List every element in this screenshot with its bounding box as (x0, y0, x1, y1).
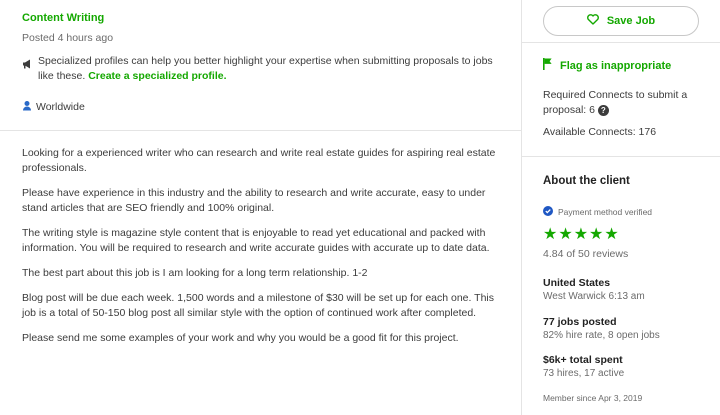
required-connects-text: Required Connects to submit a proposal: … (543, 89, 688, 116)
help-icon[interactable]: ? (597, 104, 609, 116)
description-paragraph: The best part about this job is I am loo… (22, 267, 368, 279)
available-connects: Available Connects: 176 (543, 126, 657, 138)
megaphone-icon (22, 54, 38, 84)
location-pin-icon (22, 100, 32, 114)
heart-icon (586, 14, 599, 28)
description-paragraph: Please have experience in this industry … (22, 187, 486, 214)
create-specialized-profile-link[interactable]: Create a specialized profile. (88, 70, 226, 82)
specialized-profile-notice: Specialized profiles can help you better… (22, 54, 502, 84)
flag-icon (543, 58, 552, 73)
client-member-since: Member since Apr 3, 2019 (543, 393, 643, 403)
description-paragraph: Blog post will be due each week. 1,500 w… (22, 292, 495, 319)
client-jobs-posted: 77 jobs posted (543, 316, 617, 328)
rating-stars: ★ ★ ★ ★ ★ (543, 227, 619, 243)
posted-time: Posted 4 hours ago (22, 32, 114, 44)
required-connects: Required Connects to submit a proposal: … (543, 88, 713, 118)
description-paragraph: Please send me some examples of your wor… (22, 332, 459, 344)
client-jobs: 77 jobs posted 82% hire rate, 8 open job… (543, 315, 660, 343)
client-location: United States West Warwick 6:13 am (543, 276, 645, 304)
save-job-button[interactable]: Save Job (543, 6, 699, 36)
job-location: Worldwide (22, 100, 85, 114)
flag-inappropriate-link[interactable]: Flag as inappropriate (543, 58, 671, 73)
promo-text: Specialized profiles can help you better… (38, 54, 502, 84)
verified-badge-icon (543, 206, 553, 218)
star-icon: ★ (589, 226, 604, 243)
description-paragraph: Looking for a experienced writer who can… (22, 147, 496, 174)
star-icon: ★ (543, 226, 558, 243)
divider (522, 156, 720, 157)
location-text: Worldwide (36, 101, 85, 113)
save-job-label: Save Job (606, 15, 656, 27)
payment-verified-text: Payment method verified (558, 207, 653, 217)
job-description: Looking for a experienced writer who can… (22, 146, 506, 356)
client-city-time: West Warwick 6:13 am (543, 291, 645, 302)
client-country: United States (543, 277, 611, 289)
about-client-heading: About the client (543, 175, 630, 187)
star-icon: ★ (604, 226, 619, 243)
client-hire-rate: 82% hire rate, 8 open jobs (543, 330, 660, 341)
divider (522, 42, 720, 43)
divider (0, 130, 522, 131)
star-icon: ★ (558, 226, 573, 243)
job-category[interactable]: Content Writing (22, 12, 104, 24)
client-spend: $6k+ total spent 73 hires, 17 active (543, 353, 624, 381)
job-details-panel: Content Writing Posted 4 hours ago Speci… (0, 0, 522, 415)
job-sidebar: Save Job Flag as inappropriate Required … (522, 0, 720, 415)
rating-reviews: 4.84 of 50 reviews (543, 248, 629, 260)
client-hires: 73 hires, 17 active (543, 368, 625, 379)
client-total-spent: $6k+ total spent (543, 354, 623, 366)
payment-verified: Payment method verified (543, 206, 652, 218)
star-icon: ★ (573, 226, 589, 243)
flag-label: Flag as inappropriate (560, 59, 672, 72)
description-paragraph: The writing style is magazine style cont… (22, 227, 490, 254)
